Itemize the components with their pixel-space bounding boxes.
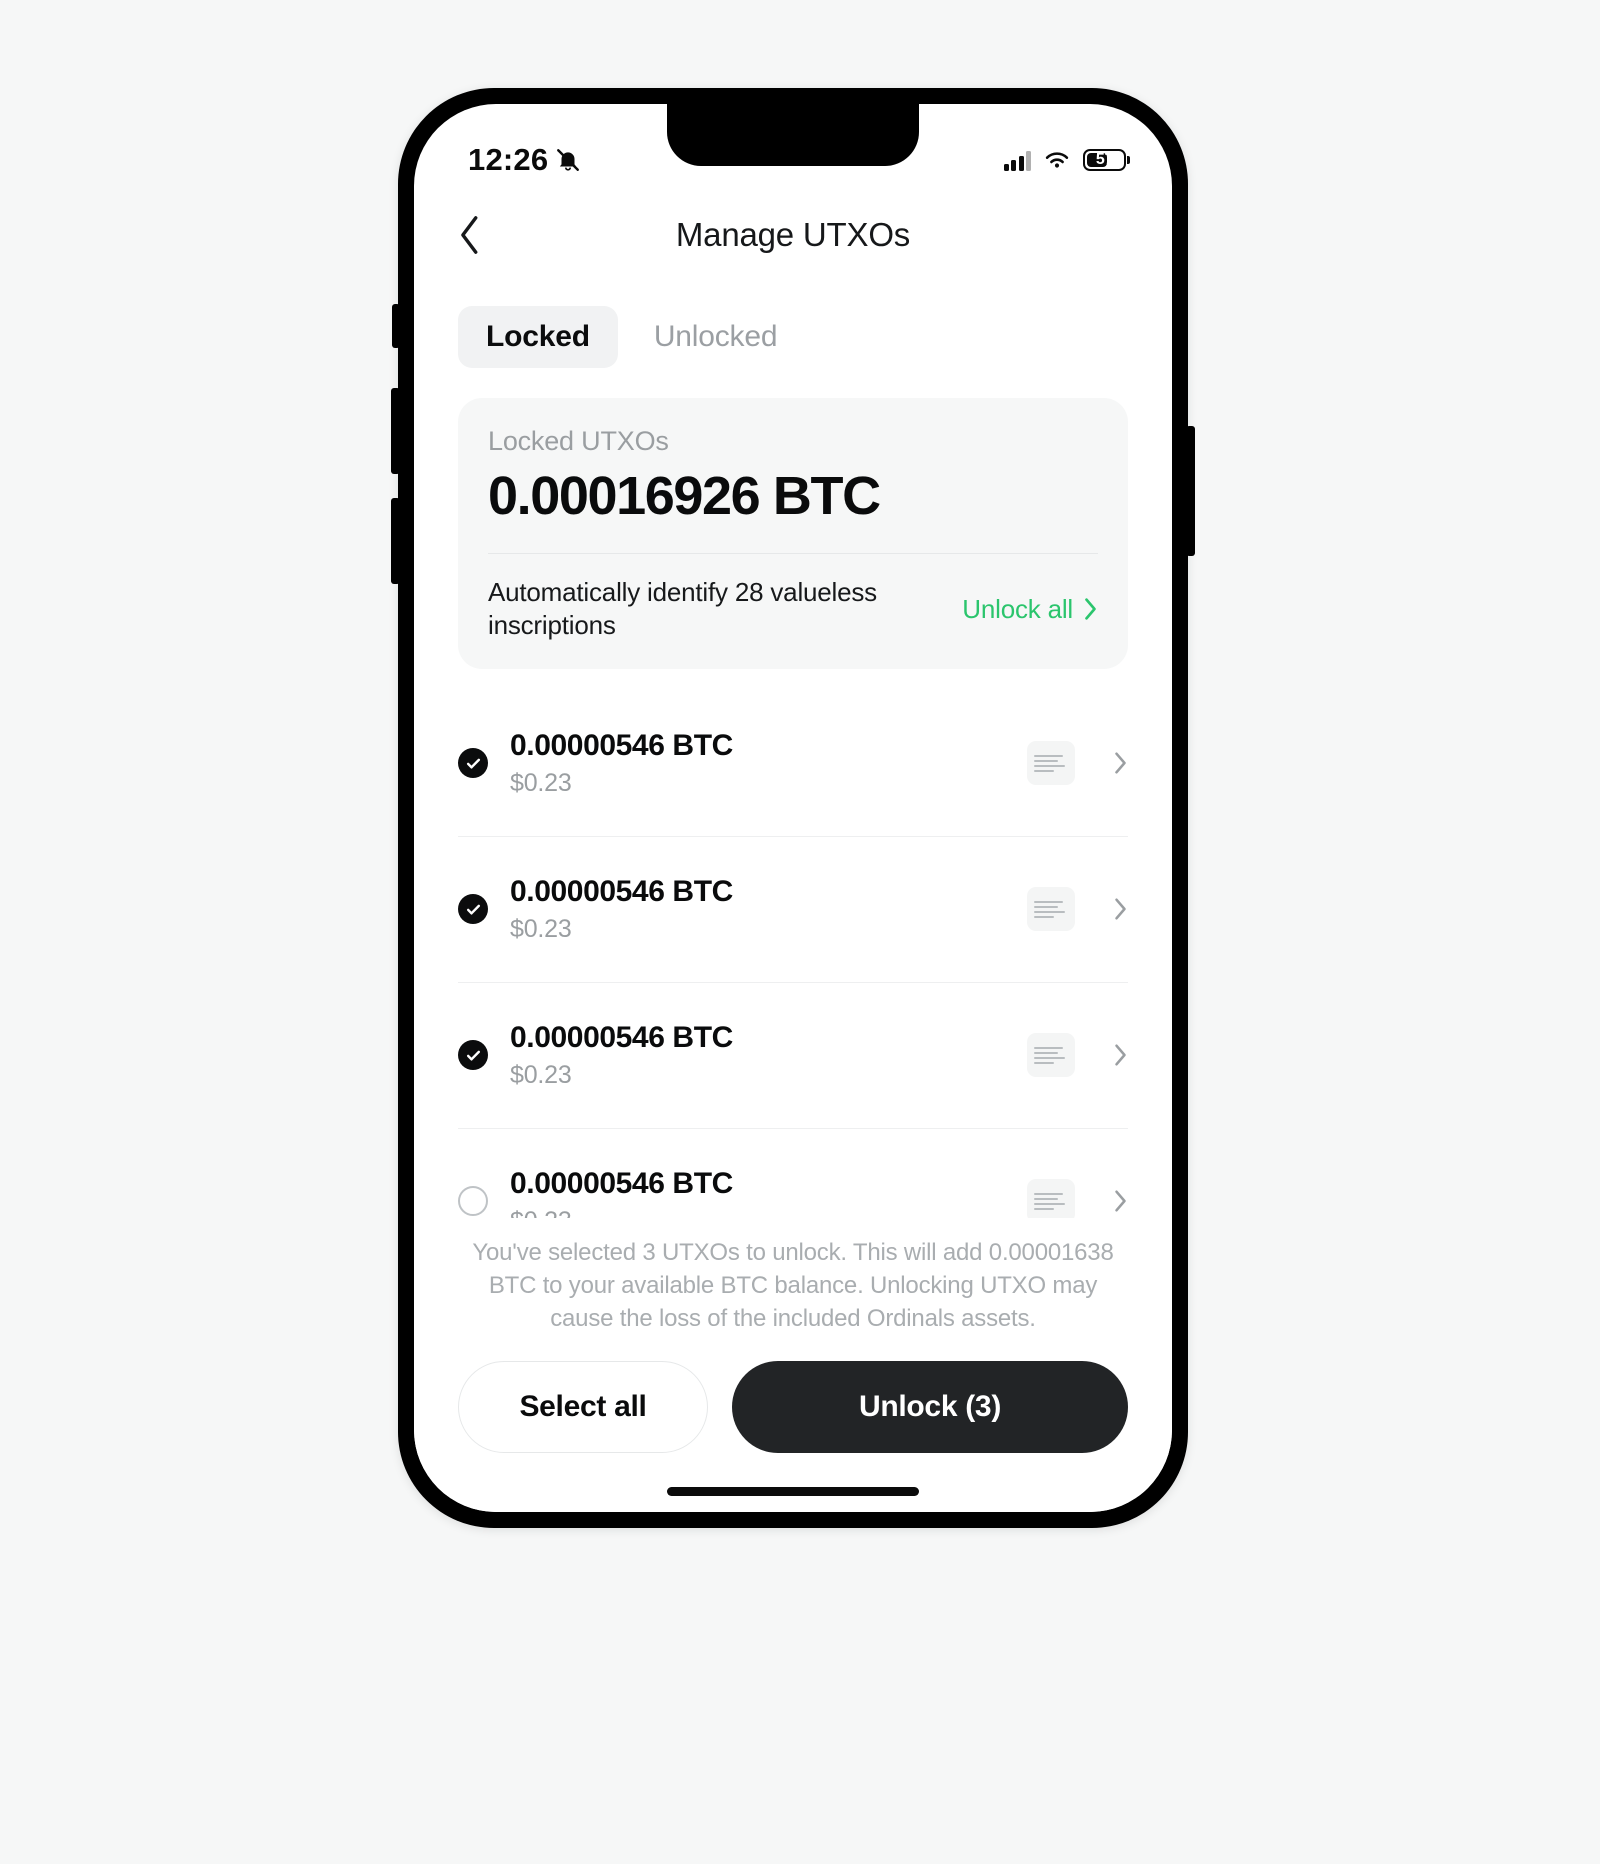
utxo-info: 0.00000546 BTC $0.23 — [510, 1021, 1005, 1090]
utxo-info: 0.00000546 BTC $0.23 — [510, 875, 1005, 944]
battery-level: 57 — [1095, 151, 1114, 168]
row-chevron[interactable] — [1113, 751, 1128, 775]
check-icon — [466, 1050, 480, 1061]
row-chevron[interactable] — [1113, 1043, 1128, 1067]
unlock-all-link[interactable]: Unlock all — [962, 594, 1098, 625]
utxo-checkbox-checked[interactable] — [458, 748, 488, 779]
summary-amount: 0.00016926 BTC — [488, 466, 881, 526]
utxo-amount: 0.00000546 BTC — [510, 1020, 733, 1054]
phone-screen: 12:26 57 Manage UTXOs Locked Unlocked Lo… — [414, 104, 1172, 1512]
utxo-fiat-value: $0.23 — [510, 914, 572, 943]
inscription-thumbnail[interactable] — [1027, 741, 1075, 786]
utxo-amount: 0.00000546 BTC — [510, 874, 733, 908]
table-row[interactable]: 0.00000546 BTC $0.23 — [458, 983, 1128, 1129]
battery-icon: 57 — [1083, 149, 1126, 171]
row-chevron[interactable] — [1113, 1189, 1128, 1213]
unlock-button[interactable]: Unlock (3) — [732, 1361, 1128, 1453]
summary-label: Locked UTXOs — [488, 426, 669, 456]
summary-divider — [488, 553, 1098, 554]
select-all-button[interactable]: Select all — [458, 1361, 708, 1453]
phone-power-button[interactable] — [1186, 426, 1195, 556]
phone-volume-down-button[interactable] — [391, 498, 400, 584]
utxo-checkbox-checked[interactable] — [458, 1040, 488, 1071]
check-icon — [466, 904, 480, 915]
tab-unlocked[interactable]: Unlocked — [626, 306, 805, 368]
wifi-icon — [1045, 152, 1069, 168]
chevron-right-icon — [1085, 598, 1096, 620]
chevron-right-icon — [1115, 1190, 1126, 1212]
status-time-group: 12:26 — [468, 142, 581, 178]
cellular-signal-icon — [1003, 150, 1031, 171]
status-icons: 57 — [1003, 149, 1126, 171]
utxo-amount: 0.00000546 BTC — [510, 1166, 733, 1200]
home-indicator[interactable] — [667, 1487, 919, 1496]
chevron-right-icon — [1115, 898, 1126, 920]
status-time: 12:26 — [468, 142, 549, 177]
summary-note: Automatically identify 28 valueless insc… — [488, 577, 877, 641]
row-chevron[interactable] — [1113, 897, 1128, 921]
back-button[interactable] — [458, 213, 502, 257]
unlock-all-label: Unlock all — [962, 593, 1073, 624]
table-row[interactable]: 0.00000546 BTC $0.23 — [458, 837, 1128, 983]
chevron-left-icon — [461, 216, 478, 254]
bottom-action-bar: You've selected 3 UTXOs to unlock. This … — [414, 1217, 1172, 1512]
locked-summary-card: Locked UTXOs 0.00016926 BTC Automaticall… — [458, 398, 1128, 669]
unlock-disclaimer: You've selected 3 UTXOs to unlock. This … — [472, 1238, 1114, 1332]
phone-frame: 12:26 57 Manage UTXOs Locked Unlocked Lo… — [391, 88, 1195, 1528]
utxo-list: 0.00000546 BTC $0.23 0.00000546 BTC $0.2… — [414, 691, 1172, 1274]
table-row[interactable]: 0.00000546 BTC $0.23 — [458, 691, 1128, 837]
utxo-fiat-value: $0.23 — [510, 768, 572, 797]
inscription-thumbnail[interactable] — [1027, 1179, 1075, 1224]
check-icon — [466, 758, 480, 769]
utxo-amount: 0.00000546 BTC — [510, 728, 733, 762]
action-buttons: Select all Unlock (3) — [458, 1361, 1128, 1453]
navigation-bar: Manage UTXOs — [414, 190, 1172, 280]
page-root: 12:26 57 Manage UTXOs Locked Unlocked Lo… — [0, 0, 1600, 1864]
chevron-right-icon — [1115, 1044, 1126, 1066]
phone-mute-switch[interactable] — [392, 304, 400, 348]
utxo-checkbox-checked[interactable] — [458, 894, 488, 925]
inscription-thumbnail[interactable] — [1027, 1033, 1075, 1078]
chevron-right-icon — [1115, 752, 1126, 774]
summary-action-row: Automatically identify 28 valueless insc… — [488, 576, 1098, 643]
utxo-info: 0.00000546 BTC $0.23 — [510, 729, 1005, 798]
tab-locked[interactable]: Locked — [458, 306, 618, 368]
bell-muted-icon — [557, 149, 580, 171]
utxo-checkbox-unchecked[interactable] — [458, 1186, 488, 1217]
page-title: Manage UTXOs — [675, 216, 911, 253]
inscription-thumbnail[interactable] — [1027, 887, 1075, 932]
utxo-fiat-value: $0.23 — [510, 1060, 572, 1089]
phone-notch — [667, 104, 919, 166]
phone-volume-up-button[interactable] — [391, 388, 400, 474]
tab-bar: Locked Unlocked — [414, 280, 1172, 368]
